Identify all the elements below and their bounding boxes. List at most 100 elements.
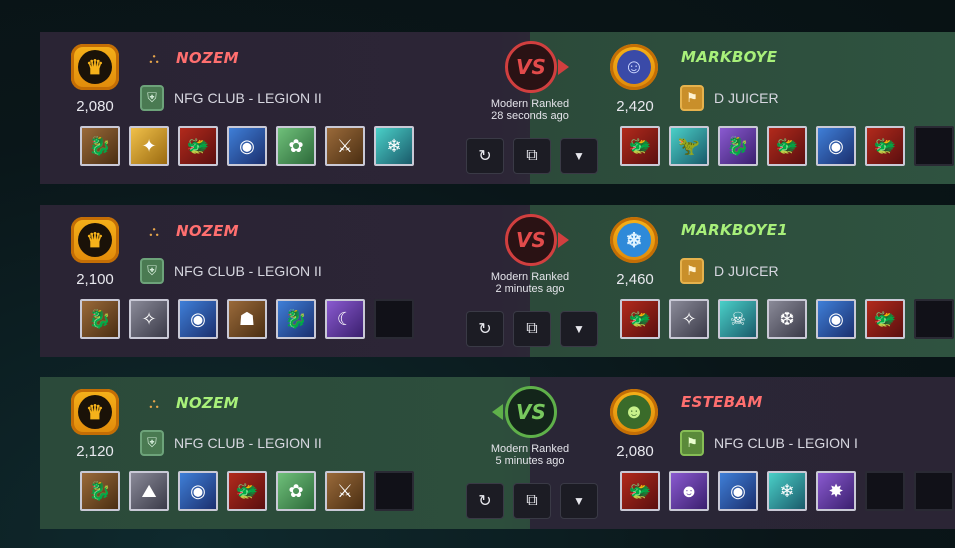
card-dragon[interactable]: 🐉	[80, 299, 120, 339]
card-blue-eye[interactable]: ◉	[178, 299, 218, 339]
guild-banner-icon: ⚑	[680, 430, 704, 456]
expand-button[interactable]: ▼	[560, 138, 598, 174]
card-wizard[interactable]: ✧	[129, 299, 169, 339]
battle-row[interactable]: ♛ 2,120 ⛬ NOZEM ⛨ NFG CLUB - LEGION II 🐉…	[40, 377, 955, 529]
card-dinosaur[interactable]: 🦖	[669, 126, 709, 166]
card-red-dragon[interactable]: 🐲	[620, 299, 660, 339]
expand-button[interactable]: ▼	[560, 311, 598, 347]
avatar: ☺	[610, 44, 658, 90]
player-name[interactable]: NOZEM	[176, 49, 239, 67]
player-side: ♛ 2,100 ⛬ NOZEM ⛨ NFG CLUB - LEGION II 🐉…	[40, 205, 490, 357]
card-barbarian[interactable]: ⚔	[325, 126, 365, 166]
team-cards: 🐉 ⛰ ◉ 🐲 ✿ ⚔	[80, 471, 414, 511]
card-red-dragon[interactable]: 🐲	[865, 126, 905, 166]
battle-row[interactable]: ♛ 2,100 ⛬ NOZEM ⛨ NFG CLUB - LEGION II 🐉…	[40, 205, 955, 357]
expand-button[interactable]: ▼	[560, 483, 598, 519]
guild-shield-icon: ⛨	[140, 430, 164, 456]
player-side: ♛ 2,080 ⛬ NOZEM ⛨ NFG CLUB - LEGION II 🐉…	[40, 32, 490, 184]
card-purple-dragon[interactable]: 🐉	[718, 126, 758, 166]
guild-name[interactable]: NFG CLUB - LEGION II	[174, 435, 322, 451]
card-dragon[interactable]: 🐉	[80, 471, 120, 511]
player-rating: 2,080	[76, 98, 114, 115]
opponent-side: ☺ 2,420 MARKBOYE ⚑ D JUICER 🐲 🦖 🐉 🐲 ◉ 🐲	[605, 32, 955, 184]
card-yeti[interactable]: ❆	[767, 299, 807, 339]
player-name[interactable]: NOZEM	[176, 394, 239, 412]
battle-center: VS Modern Ranked 5 minutes ago ↻ ⧉ ▼	[465, 377, 598, 529]
card-green-mage[interactable]: ✿	[276, 471, 316, 511]
guild-banner-icon: ⚑	[680, 258, 704, 284]
card-wizard[interactable]: ✧	[669, 299, 709, 339]
battle-center: VS Modern Ranked 28 seconds ago ↻ ⧉ ▼	[465, 32, 598, 184]
opponent-rating: 2,080	[616, 443, 654, 460]
opponent-side: ☻ 2,080 ESTEBAM ⚑ NFG CLUB - LEGION I 🐲 …	[605, 377, 955, 529]
guild-name[interactable]: NFG CLUB - LEGION I	[714, 435, 858, 451]
copy-button[interactable]: ⧉	[513, 483, 551, 519]
card-blue-eye[interactable]: ◉	[816, 126, 856, 166]
chevron-down-icon: ▼	[573, 322, 585, 336]
guild-name[interactable]: D JUICER	[714, 263, 779, 279]
copy-button[interactable]: ⧉	[513, 138, 551, 174]
opponent-name[interactable]: MARKBOYE	[681, 48, 777, 66]
opponent-name[interactable]: ESTEBAM	[681, 393, 763, 411]
card-goblin[interactable]: ☻	[669, 471, 709, 511]
replay-button[interactable]: ↻	[466, 483, 504, 519]
opponent-name[interactable]: MARKBOYE1	[681, 221, 788, 239]
battle-time: 2 minutes ago	[495, 283, 565, 295]
opponent-side: ❄ 2,460 MARKBOYE1 ⚑ D JUICER 🐲 ✧ ☠ ❆ ◉ 🐲	[605, 205, 955, 357]
guild-name[interactable]: D JUICER	[714, 90, 779, 106]
battle-row[interactable]: ♛ 2,080 ⛬ NOZEM ⛨ NFG CLUB - LEGION II 🐉…	[40, 32, 955, 184]
player-rating: 2,120	[76, 443, 114, 460]
card-red-dragon[interactable]: 🐲	[178, 126, 218, 166]
card-empty-slot	[865, 471, 905, 511]
card-red-dragon[interactable]: 🐲	[865, 299, 905, 339]
card-red-dragon[interactable]: 🐲	[227, 471, 267, 511]
team-cards: 🐲 🦖 🐉 🐲 ◉ 🐲	[620, 126, 954, 166]
card-witch[interactable]: ☗	[227, 299, 267, 339]
card-green-mage[interactable]: ✿	[276, 126, 316, 166]
card-vampire[interactable]: ☾	[325, 299, 365, 339]
battle-mode: Modern Ranked	[490, 443, 570, 455]
card-red-dragon[interactable]: 🐲	[620, 471, 660, 511]
battle-time: 28 seconds ago	[491, 110, 569, 122]
rank-badge-icon: ♛	[71, 217, 119, 263]
card-blue-eye[interactable]: ◉	[227, 126, 267, 166]
replay-button[interactable]: ↻	[466, 311, 504, 347]
player-side: ♛ 2,120 ⛬ NOZEM ⛨ NFG CLUB - LEGION II 🐉…	[40, 377, 490, 529]
player-rating: 2,100	[76, 271, 114, 288]
copy-button[interactable]: ⧉	[513, 311, 551, 347]
replay-icon: ↻	[478, 148, 492, 165]
vs-badge: VS	[505, 386, 557, 438]
title-icon: ⛬	[149, 394, 159, 411]
card-red-dragon[interactable]: 🐲	[620, 126, 660, 166]
card-golem[interactable]: ⛰	[129, 471, 169, 511]
replay-icon: ↻	[478, 493, 492, 510]
card-empty-slot	[374, 471, 414, 511]
card-blue-eye[interactable]: ◉	[816, 299, 856, 339]
card-red-dragon[interactable]: 🐲	[767, 126, 807, 166]
card-blue-dragon[interactable]: 🐉	[276, 299, 316, 339]
title-icon: ⛬	[149, 49, 159, 66]
card-blue-eye[interactable]: ◉	[178, 471, 218, 511]
card-skeleton[interactable]: ☠	[718, 299, 758, 339]
team-cards: 🐉 ✦ 🐲 ◉ ✿ ⚔ ❄	[80, 126, 414, 166]
card-spider[interactable]: ✸	[816, 471, 856, 511]
card-dragon[interactable]: 🐉	[80, 126, 120, 166]
rank-badge-icon: ♛	[71, 389, 119, 435]
replay-button[interactable]: ↻	[466, 138, 504, 174]
card-barbarian[interactable]: ⚔	[325, 471, 365, 511]
guild-name[interactable]: NFG CLUB - LEGION II	[174, 90, 322, 106]
card-empty-slot	[914, 126, 954, 166]
card-blue-eye[interactable]: ◉	[718, 471, 758, 511]
vs-badge: VS	[505, 214, 557, 266]
avatar: ☻	[610, 389, 658, 435]
team-cards: 🐲 ☻ ◉ ❄ ✸	[620, 471, 954, 511]
card-ice-dragon[interactable]: ❄	[374, 126, 414, 166]
card-ice-dragon[interactable]: ❄	[767, 471, 807, 511]
player-name[interactable]: NOZEM	[176, 222, 239, 240]
copy-icon: ⧉	[526, 492, 538, 509]
guild-banner-icon: ⚑	[680, 85, 704, 111]
guild-name[interactable]: NFG CLUB - LEGION II	[174, 263, 322, 279]
card-healer[interactable]: ✦	[129, 126, 169, 166]
battle-time: 5 minutes ago	[495, 455, 565, 467]
loss-arrow-icon	[558, 232, 569, 248]
